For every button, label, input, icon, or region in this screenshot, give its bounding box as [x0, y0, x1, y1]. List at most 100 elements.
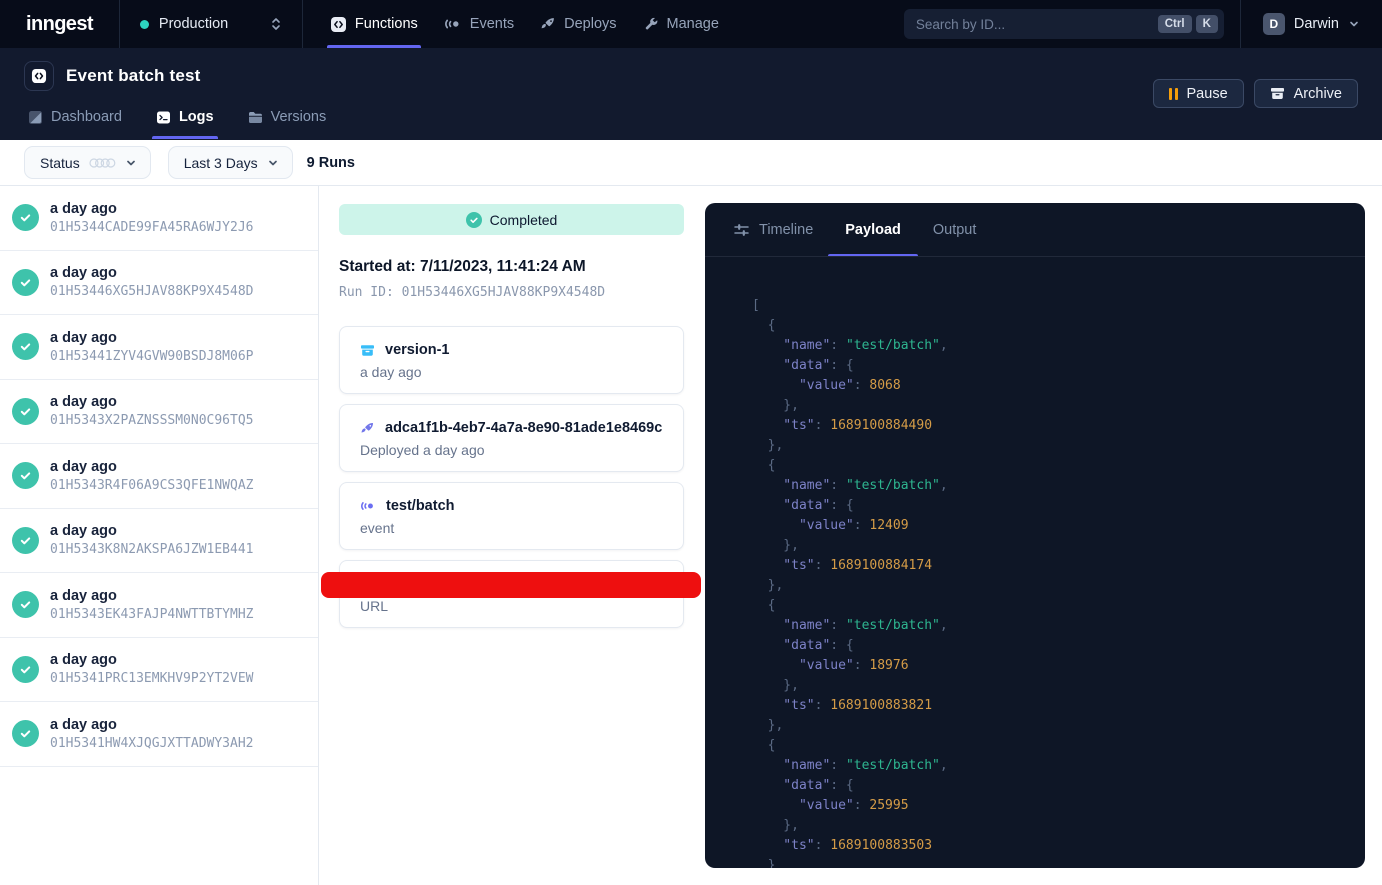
- tab-timeline[interactable]: Timeline: [733, 203, 813, 256]
- runs-list: a day ago 01H5344CADE99FA45RA6WJY2J6 a d…: [0, 186, 319, 885]
- archive-icon: [1270, 86, 1285, 101]
- status-badge: Completed: [339, 204, 684, 235]
- run-list-item[interactable]: a day ago 01H53441ZYV4GVW90BSDJ8M06P: [0, 315, 318, 380]
- main-content: a day ago 01H5344CADE99FA45RA6WJY2J6 a d…: [0, 186, 1382, 885]
- panel-tabs: Timeline Payload Output: [705, 203, 1365, 257]
- run-relative-time: a day ago: [50, 523, 254, 539]
- environment-selector[interactable]: Production: [120, 0, 302, 48]
- nav-tab-label: Events: [470, 16, 514, 32]
- run-id: 01H5343K8N2AKSPA6JZW1EB441: [50, 542, 254, 557]
- nav-tab-manage[interactable]: Manage: [630, 0, 732, 48]
- status-filter-label: Status: [40, 155, 80, 171]
- right-column: Timeline Payload Output [ { "name": "tes…: [705, 186, 1382, 885]
- user-avatar: D: [1263, 13, 1285, 35]
- panel-tab-label: Output: [933, 222, 977, 238]
- event-card-subtitle: event: [360, 520, 663, 536]
- deploy-card-title: adca1f1b-4eb7-4a7a-8e90-81ade1e8469c: [385, 420, 662, 436]
- event-icon: [360, 499, 376, 513]
- nav-tab-label: Deploys: [564, 16, 616, 32]
- inngest-logo[interactable]: inngest: [0, 0, 119, 48]
- run-list-item[interactable]: a day ago 01H5343K8N2AKSPA6JZW1EB441: [0, 509, 318, 574]
- run-relative-time: a day ago: [50, 201, 254, 217]
- version-card-title: version-1: [385, 342, 449, 358]
- version-box-icon: [360, 343, 375, 358]
- nav-tab-functions[interactable]: Functions: [317, 0, 431, 48]
- run-list-item[interactable]: a day ago 01H53446XG5HJAV88KP9X4548D: [0, 251, 318, 316]
- tab-label: Versions: [271, 109, 327, 125]
- status-filter-dropdown[interactable]: Status: [24, 146, 151, 179]
- chevrons-up-down-icon: [270, 17, 282, 31]
- top-nav: inngest Production Functions Events Depl…: [0, 0, 1382, 48]
- run-relative-time: a day ago: [50, 330, 254, 346]
- primary-nav-tabs: Functions Events Deploys Manage: [317, 0, 732, 48]
- run-id: 01H5341HW4XJQGJXTTADWY3AH2: [50, 736, 254, 751]
- pause-label: Pause: [1187, 86, 1228, 102]
- run-detail-panel: Completed Started at: 7/11/2023, 11:41:2…: [319, 186, 705, 885]
- check-circle-icon: [12, 720, 39, 747]
- search-input[interactable]: [916, 17, 1154, 32]
- status-circles-icon: [89, 156, 116, 170]
- url-card-subtitle: URL: [360, 598, 663, 614]
- version-card-subtitle: a day ago: [360, 364, 663, 380]
- check-circle-icon: [12, 656, 39, 683]
- kbd-k: K: [1196, 15, 1218, 33]
- check-circle-icon: [12, 333, 39, 360]
- check-circle-icon: [12, 204, 39, 231]
- run-id-line: Run ID: 01H53446XG5HJAV88KP9X4548D: [339, 285, 684, 300]
- run-relative-time: a day ago: [50, 717, 254, 733]
- version-card[interactable]: version-1 a day ago: [339, 326, 684, 394]
- run-id: 01H53446XG5HJAV88KP9X4548D: [50, 284, 254, 299]
- run-relative-time: a day ago: [50, 459, 254, 475]
- tab-payload[interactable]: Payload: [845, 203, 901, 256]
- run-list-item[interactable]: a day ago 01H5344CADE99FA45RA6WJY2J6: [0, 186, 318, 251]
- run-id: 01H53441ZYV4GVW90BSDJ8M06P: [50, 349, 254, 364]
- tab-versions[interactable]: Versions: [236, 101, 339, 139]
- function-icon: [24, 61, 54, 91]
- event-card[interactable]: test/batch event: [339, 482, 684, 550]
- rocket-icon: [360, 421, 375, 436]
- page-title: Event batch test: [66, 66, 201, 86]
- deploy-card[interactable]: adca1f1b-4eb7-4a7a-8e90-81ade1e8469c Dep…: [339, 404, 684, 472]
- nav-tab-deploys[interactable]: Deploys: [527, 0, 629, 48]
- time-range-dropdown[interactable]: Last 3 Days: [168, 146, 293, 179]
- rocket-icon: [540, 16, 556, 32]
- deploy-card-subtitle: Deployed a day ago: [360, 442, 663, 458]
- run-list-item[interactable]: a day ago 01H5341PRC13EMKHV9P2YT2VEW: [0, 638, 318, 703]
- run-list-item[interactable]: a day ago 01H5343EK43FAJP4NWTTBTYMHZ: [0, 573, 318, 638]
- chevron-down-icon: [125, 157, 137, 169]
- archive-button[interactable]: Archive: [1254, 79, 1358, 108]
- run-output-panel: Timeline Payload Output [ { "name": "tes…: [705, 203, 1365, 868]
- tab-dashboard[interactable]: Dashboard: [16, 101, 134, 139]
- user-menu[interactable]: D Darwin: [1241, 0, 1382, 48]
- tab-logs[interactable]: Logs: [144, 101, 226, 139]
- nav-tab-events[interactable]: Events: [431, 0, 527, 48]
- run-id: 01H5344CADE99FA45RA6WJY2J6: [50, 220, 254, 235]
- time-range-label: Last 3 Days: [184, 155, 258, 171]
- run-id: 01H5343X2PAZNSSSM0N0C96TQ5: [50, 413, 254, 428]
- filter-bar: Status Last 3 Days 9 Runs: [0, 140, 1382, 186]
- run-list-item[interactable]: a day ago 01H5341HW4XJQGJXTTADWY3AH2: [0, 702, 318, 767]
- pause-button[interactable]: Pause: [1153, 79, 1244, 108]
- panel-tab-label: Payload: [845, 222, 901, 238]
- tab-label: Logs: [179, 109, 214, 125]
- run-list-item[interactable]: a day ago 01H5343R4F06A9CS3QFE1NWQAZ: [0, 444, 318, 509]
- run-id: 01H5343R4F06A9CS3QFE1NWQAZ: [50, 478, 254, 493]
- payload-json: [ { "name": "test/batch", "data": { "val…: [705, 257, 1365, 868]
- redaction-overlay: [321, 572, 701, 598]
- archive-label: Archive: [1294, 86, 1342, 102]
- wrench-icon: [643, 16, 659, 32]
- run-relative-time: a day ago: [50, 652, 254, 668]
- tab-output[interactable]: Output: [933, 203, 977, 256]
- event-card-title: test/batch: [386, 498, 455, 514]
- user-name: Darwin: [1294, 16, 1339, 32]
- run-list-item[interactable]: a day ago 01H5343X2PAZNSSSM0N0C96TQ5: [0, 380, 318, 445]
- run-id: 01H5343EK43FAJP4NWTTBTYMHZ: [50, 607, 254, 622]
- run-relative-time: a day ago: [50, 394, 254, 410]
- nav-tab-label: Functions: [355, 16, 418, 32]
- check-circle-icon: [12, 527, 39, 554]
- check-circle-icon: [12, 591, 39, 618]
- logs-icon: [156, 110, 171, 125]
- function-header: Event batch test Dashboard Logs Versions…: [0, 48, 1382, 140]
- search-box: Ctrl K: [904, 9, 1224, 39]
- started-at: Started at: 7/11/2023, 11:41:24 AM: [339, 258, 684, 276]
